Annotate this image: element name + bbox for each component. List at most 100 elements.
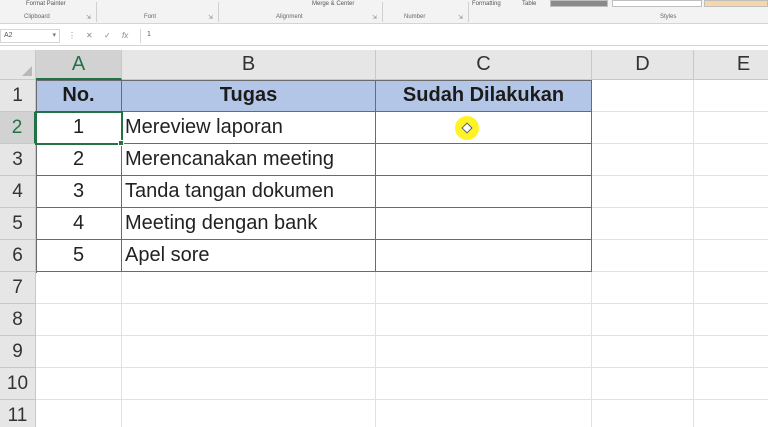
table-cell-tugas[interactable]: Merencanakan meeting (122, 144, 376, 176)
column-header-e[interactable]: E (694, 50, 768, 80)
cell-d9[interactable] (592, 336, 694, 368)
cell-d8[interactable] (592, 304, 694, 336)
ribbon-separator (468, 2, 469, 22)
cell-d7[interactable] (592, 272, 694, 304)
row-header-5[interactable]: 5 (0, 208, 36, 240)
formula-input[interactable]: 1 (140, 29, 766, 43)
cell-d6[interactable] (592, 240, 694, 272)
cell-a9[interactable] (36, 336, 122, 368)
column-header-a[interactable]: A (36, 50, 122, 80)
cell-e3[interactable] (694, 144, 768, 176)
conditional-formatting-button[interactable]: Formatting (472, 1, 501, 7)
clipboard-group-label: Clipboard (24, 14, 50, 20)
row-header-2[interactable]: 2 (0, 112, 36, 144)
number-launcher-icon[interactable]: ⇲ (458, 14, 463, 21)
more-options-icon[interactable]: ⋮ (68, 31, 76, 40)
cell-e10[interactable] (694, 368, 768, 400)
row-header-1[interactable]: 1 (0, 80, 36, 112)
cell-b10[interactable] (122, 368, 376, 400)
cell-c11[interactable] (376, 400, 592, 427)
table-cell-no[interactable]: 4 (36, 208, 122, 240)
cell-b8[interactable] (122, 304, 376, 336)
cell-b11[interactable] (122, 400, 376, 427)
cell-e6[interactable] (694, 240, 768, 272)
cell-d10[interactable] (592, 368, 694, 400)
row-header-8[interactable]: 8 (0, 304, 36, 336)
table-cell-tugas[interactable]: Tanda tangan dokumen (122, 176, 376, 208)
row-header-4[interactable]: 4 (0, 176, 36, 208)
cell-style-normal[interactable] (550, 0, 608, 7)
table-cell-tugas[interactable]: Meeting dengan bank (122, 208, 376, 240)
row-header-7[interactable]: 7 (0, 272, 36, 304)
ribbon-separator (382, 2, 383, 22)
column-header-b[interactable]: B (122, 50, 376, 80)
cell-e7[interactable] (694, 272, 768, 304)
cell-e11[interactable] (694, 400, 768, 427)
table-header-tugas[interactable]: Tugas (122, 80, 376, 112)
cell-a10[interactable] (36, 368, 122, 400)
cell-a7[interactable] (36, 272, 122, 304)
insert-function-icon[interactable]: fx (122, 31, 128, 40)
cell-e9[interactable] (694, 336, 768, 368)
table-cell-status[interactable] (376, 176, 592, 208)
format-as-table-button[interactable]: Table (522, 1, 536, 7)
table-cell-status[interactable] (376, 144, 592, 176)
cell-a11[interactable] (36, 400, 122, 427)
number-group-label: Number (404, 14, 426, 20)
cell-d4[interactable] (592, 176, 694, 208)
table-header-sudah-dilakukan[interactable]: Sudah Dilakukan (376, 80, 592, 112)
chevron-down-icon[interactable]: ▾ (52, 31, 56, 39)
select-all-button[interactable] (0, 50, 36, 80)
cell-d1[interactable] (592, 80, 694, 112)
cell-e5[interactable] (694, 208, 768, 240)
clipboard-launcher-icon[interactable]: ⇲ (86, 14, 91, 21)
alignment-launcher-icon[interactable]: ⇲ (372, 14, 377, 21)
row-header-6[interactable]: 6 (0, 240, 36, 272)
cell-d11[interactable] (592, 400, 694, 427)
cell-e4[interactable] (694, 176, 768, 208)
column-header-d[interactable]: D (592, 50, 694, 80)
cell-e1[interactable] (694, 80, 768, 112)
table-cell-tugas[interactable]: Mereview laporan (122, 112, 376, 144)
row-header-9[interactable]: 9 (0, 336, 36, 368)
cell-d5[interactable] (592, 208, 694, 240)
table-cell-status[interactable] (376, 208, 592, 240)
cell-d2[interactable] (592, 112, 694, 144)
row-header-3[interactable]: 3 (0, 144, 36, 176)
alignment-group-label: Alignment (276, 14, 303, 20)
name-box[interactable]: A2 ▾ (0, 29, 60, 43)
merge-center-button[interactable]: Merge & Center (312, 1, 354, 7)
cell-style-bad[interactable] (612, 0, 702, 7)
row-header-10[interactable]: 10 (0, 368, 36, 400)
table-cell-no[interactable]: 1 (36, 112, 122, 144)
ribbon-separator (218, 2, 219, 22)
table-cell-no[interactable]: 3 (36, 176, 122, 208)
table-cell-status[interactable] (376, 240, 592, 272)
format-painter-button[interactable]: Format Painter (26, 1, 66, 7)
font-launcher-icon[interactable]: ⇲ (208, 14, 213, 21)
row-header-11[interactable]: 11 (0, 400, 36, 427)
cell-b7[interactable] (122, 272, 376, 304)
enter-icon[interactable]: ✓ (104, 31, 111, 40)
cell-e8[interactable] (694, 304, 768, 336)
table-cell-no[interactable]: 5 (36, 240, 122, 272)
fill-handle[interactable] (118, 140, 124, 146)
table-cell-tugas[interactable]: Apel sore (122, 240, 376, 272)
cell-d3[interactable] (592, 144, 694, 176)
worksheet-grid: A B C D E 1 2 3 4 5 6 7 8 9 10 11 No. Tu… (0, 50, 768, 427)
cell-style-neutral[interactable] (704, 0, 768, 7)
cancel-icon[interactable]: ✕ (86, 31, 93, 40)
column-header-c[interactable]: C (376, 50, 592, 80)
cell-c7[interactable] (376, 272, 592, 304)
cell-e2[interactable] (694, 112, 768, 144)
table-header-no[interactable]: No. (36, 80, 122, 112)
cell-a8[interactable] (36, 304, 122, 336)
table-cell-status[interactable] (376, 112, 592, 144)
font-group-label: Font (144, 14, 157, 20)
cell-c8[interactable] (376, 304, 592, 336)
ribbon-separator (96, 2, 97, 22)
cell-b9[interactable] (122, 336, 376, 368)
cell-c9[interactable] (376, 336, 592, 368)
table-cell-no[interactable]: 2 (36, 144, 122, 176)
cell-c10[interactable] (376, 368, 592, 400)
